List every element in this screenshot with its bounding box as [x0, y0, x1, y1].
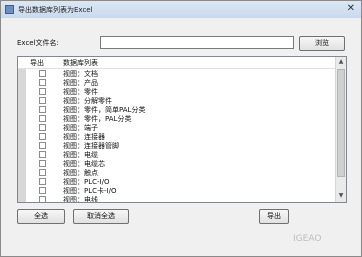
export-checkbox[interactable] [39, 178, 46, 185]
row-selector[interactable] [18, 195, 26, 202]
scroll-up-icon[interactable]: ▲ [337, 58, 345, 67]
export-checkbox[interactable] [39, 97, 46, 104]
export-checkbox[interactable] [39, 106, 46, 113]
export-dialog: 导出数据库列表为Excel ✕ Excel文件名: 浏览 导出 数据库列表 视图… [0, 0, 362, 257]
list-column-header: 数据库列表 [63, 59, 98, 67]
export-button[interactable]: 导出 [259, 209, 289, 224]
export-checkbox[interactable] [39, 196, 46, 202]
export-checkbox[interactable] [39, 151, 46, 158]
export-checkbox[interactable] [39, 160, 46, 167]
app-icon [5, 5, 14, 14]
window-title: 导出数据库列表为Excel [18, 6, 93, 14]
export-checkbox[interactable] [39, 79, 46, 86]
export-checkbox[interactable] [39, 133, 46, 140]
export-column-header: 导出 [30, 59, 44, 67]
list-item[interactable]: 视图：电线 [18, 195, 335, 203]
watermark-text: IGEAO [293, 234, 322, 244]
select-all-button[interactable]: 全选 [17, 209, 65, 224]
scroll-thumb[interactable] [337, 69, 345, 177]
list-header: 导出 数据库列表 [18, 57, 335, 69]
deselect-all-button[interactable]: 取消全选 [73, 209, 129, 224]
vertical-scrollbar[interactable]: ▲ ▼ [335, 57, 346, 202]
export-checkbox[interactable] [39, 142, 46, 149]
close-icon[interactable]: ✕ [347, 3, 355, 14]
export-checkbox[interactable] [39, 88, 46, 95]
browse-button[interactable]: 浏览 [299, 36, 345, 51]
scroll-down-icon[interactable]: ▼ [337, 192, 345, 201]
excel-path-input[interactable] [100, 36, 294, 49]
export-checkbox[interactable] [39, 169, 46, 176]
list-item-label: 视图：电线 [63, 196, 98, 203]
export-checkbox[interactable] [39, 124, 46, 131]
database-list[interactable]: 导出 数据库列表 视图：文档 视图：产品 视图：零件 视图：分解零件 视图：零件，简单P… [17, 56, 347, 203]
title-bar: 导出数据库列表为Excel ✕ [1, 1, 361, 18]
export-checkbox[interactable] [39, 115, 46, 122]
export-checkbox[interactable] [39, 187, 46, 194]
export-checkbox[interactable] [39, 70, 46, 77]
excel-filename-label: Excel文件名: [17, 39, 59, 47]
